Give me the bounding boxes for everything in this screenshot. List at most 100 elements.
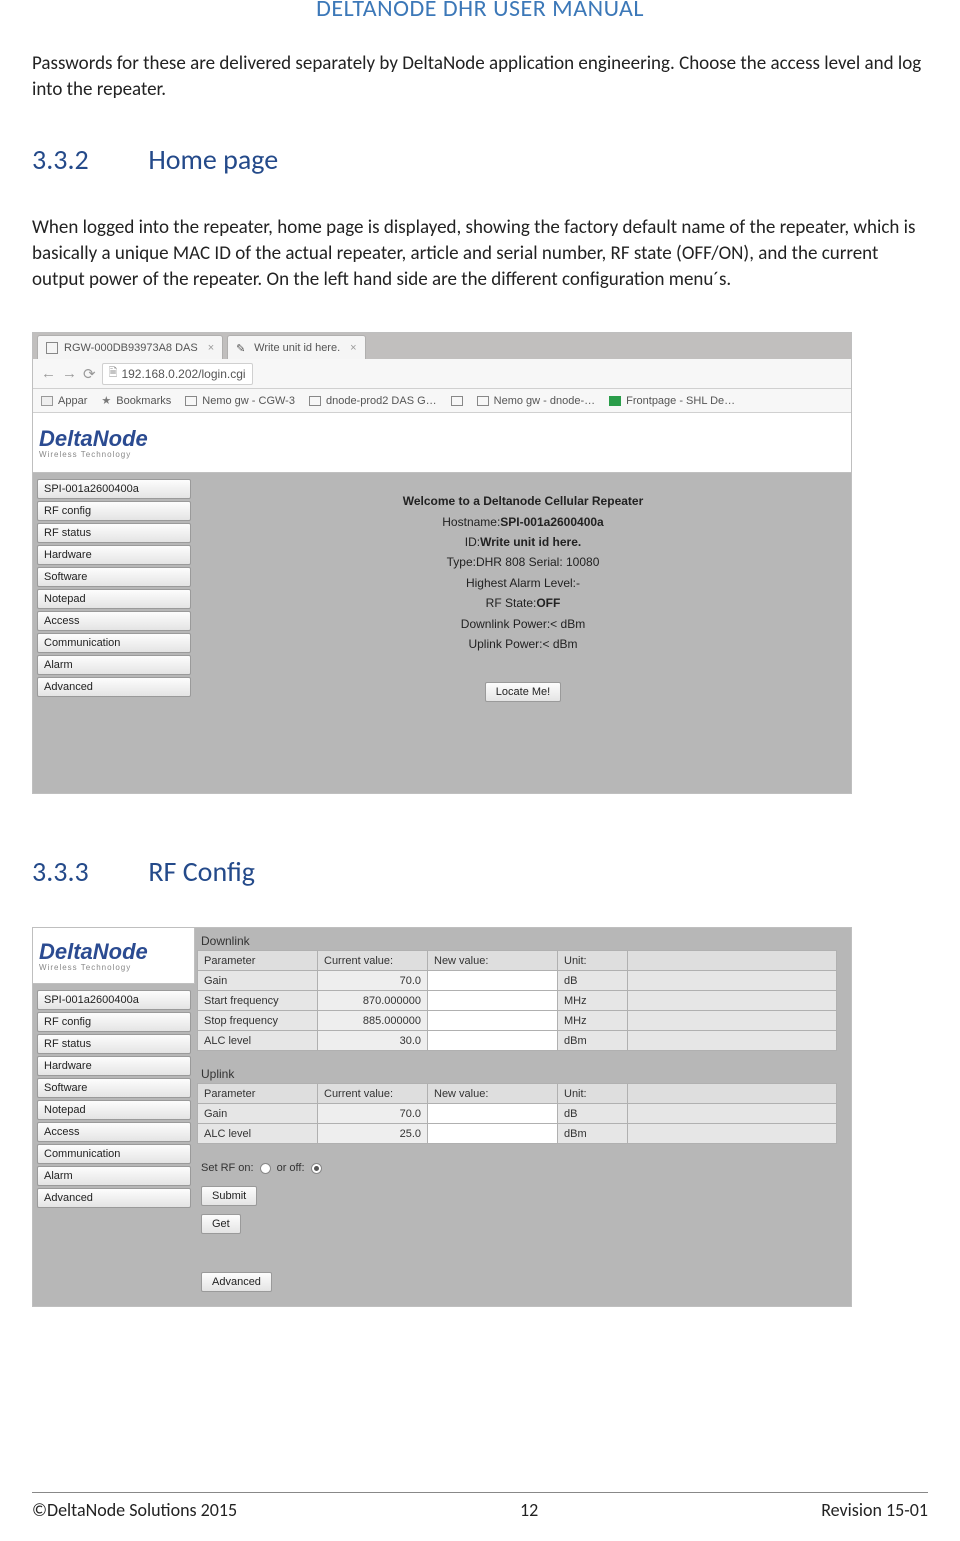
rf-config-screenshot: DeltaNode Wireless Technology SPI-001a26… xyxy=(32,927,852,1307)
bookmark-nemo1[interactable]: Nemo gw - CGW-3 xyxy=(185,395,295,407)
sidebar-item-alarm[interactable]: Alarm xyxy=(37,655,191,675)
rf-on-label: Set RF on: xyxy=(201,1162,254,1174)
cell-new-value-input[interactable] xyxy=(428,1124,558,1144)
folder-icon xyxy=(451,396,463,406)
bookmark-nemo2[interactable]: Nemo gw - dnode-… xyxy=(477,395,596,407)
sidebar-item-advanced[interactable]: Advanced xyxy=(37,1188,191,1208)
sidebar-item-alarm[interactable]: Alarm xyxy=(37,1166,191,1186)
cell-current: 30.0 xyxy=(318,1031,428,1051)
get-button[interactable]: Get xyxy=(201,1214,241,1234)
rf-on-radio[interactable] xyxy=(260,1163,271,1174)
welcome-title: Welcome to a Deltanode Cellular Repeater xyxy=(205,491,841,511)
bookmark-label: Nemo gw - CGW-3 xyxy=(202,395,295,407)
status-value: < dBm xyxy=(543,634,578,654)
bookmark-label: dnode-prod2 DAS G… xyxy=(326,395,437,407)
advanced-button[interactable]: Advanced xyxy=(201,1272,272,1292)
th-current: Current value: xyxy=(318,1084,428,1104)
th-new: New value: xyxy=(428,951,558,971)
bookmark-overflow[interactable] xyxy=(451,396,463,406)
cell-current: 70.0 xyxy=(318,1104,428,1124)
status-value: - xyxy=(576,573,580,593)
footer-right: Revision 15-01 xyxy=(821,1499,928,1521)
cell-parameter: Start frequency xyxy=(198,991,318,1011)
back-icon[interactable]: ← xyxy=(41,365,56,382)
page-icon xyxy=(46,342,58,354)
uplink-table: Parameter Current value: New value: Unit… xyxy=(197,1083,837,1144)
cell-blank xyxy=(628,991,837,1011)
page-icon: 🗎 xyxy=(109,364,118,383)
cell-parameter: Stop frequency xyxy=(198,1011,318,1031)
sidebar-item-rf-config[interactable]: RF config xyxy=(37,501,191,521)
page-icon xyxy=(185,396,197,406)
sidebar-item-communication[interactable]: Communication xyxy=(37,1144,191,1164)
rf-off-label: or off: xyxy=(277,1162,305,1174)
cell-new-value-input[interactable] xyxy=(428,971,558,991)
rf-config-content: Downlink Parameter Current value: New va… xyxy=(195,928,851,1306)
section-333-title: RF Config xyxy=(148,854,255,889)
sidebar-item-hardware[interactable]: Hardware xyxy=(37,545,191,565)
th-blank xyxy=(628,1084,837,1104)
cell-unit: MHz xyxy=(558,1011,628,1031)
page-icon xyxy=(477,396,489,406)
locate-me-button[interactable]: Locate Me! xyxy=(485,682,561,702)
forward-icon[interactable]: → xyxy=(62,365,77,382)
th-parameter: Parameter xyxy=(198,951,318,971)
page-icon xyxy=(309,396,321,406)
bookmark-label: Appar xyxy=(58,395,87,407)
th-blank xyxy=(628,951,837,971)
home-page-screenshot: RGW-000DB93973A8 DAS × ✎ Write unit id h… xyxy=(32,332,852,794)
close-icon[interactable]: × xyxy=(350,342,356,354)
sidebar-item-rf-status[interactable]: RF status xyxy=(37,1034,191,1054)
browser-toolbar: ← → ⟳ 🗎 192.168.0.202/login.cgi xyxy=(33,359,851,389)
sidebar-item-rf-config[interactable]: RF config xyxy=(37,1012,191,1032)
bookmark-dnode[interactable]: dnode-prod2 DAS G… xyxy=(309,395,437,407)
home-content: Welcome to a Deltanode Cellular Repeater… xyxy=(195,473,851,793)
th-unit: Unit: xyxy=(558,951,628,971)
cell-new-value-input[interactable] xyxy=(428,991,558,1011)
sidebar-item-notepad[interactable]: Notepad xyxy=(37,589,191,609)
cell-new-value-input[interactable] xyxy=(428,1011,558,1031)
cell-blank xyxy=(628,1031,837,1051)
cell-new-value-input[interactable] xyxy=(428,1104,558,1124)
sidebar-item-access[interactable]: Access xyxy=(37,611,191,631)
submit-button[interactable]: Submit xyxy=(201,1186,257,1206)
bookmark-frontpage[interactable]: Frontpage - SHL De… xyxy=(609,395,735,407)
sidebar-item-access[interactable]: Access xyxy=(37,1122,191,1142)
sidebar-item-advanced[interactable]: Advanced xyxy=(37,677,191,697)
bookmark-bookmarks[interactable]: ★Bookmarks xyxy=(101,394,171,407)
sidebar-item-notepad[interactable]: Notepad xyxy=(37,1100,191,1120)
logo-tagline: Wireless Technology xyxy=(39,450,148,459)
sidebar-item-software[interactable]: Software xyxy=(37,567,191,587)
status-value: < dBm xyxy=(550,614,585,634)
cell-new-value-input[interactable] xyxy=(428,1031,558,1051)
reload-icon[interactable]: ⟳ xyxy=(83,365,96,383)
cell-unit: MHz xyxy=(558,991,628,1011)
sidebar-item-software[interactable]: Software xyxy=(37,1078,191,1098)
downlink-title: Downlink xyxy=(201,934,843,948)
address-bar[interactable]: 🗎 192.168.0.202/login.cgi xyxy=(102,363,253,385)
section-332-heading: 3.3.2 Home page xyxy=(32,142,928,177)
browser-tab-1[interactable]: RGW-000DB93973A8 DAS × xyxy=(37,335,223,359)
cell-parameter: Gain xyxy=(198,971,318,991)
rf-off-radio[interactable] xyxy=(311,1163,322,1174)
cell-current: 25.0 xyxy=(318,1124,428,1144)
section-332-paragraph: When logged into the repeater, home page… xyxy=(32,215,928,292)
sidebar-item-communication[interactable]: Communication xyxy=(37,633,191,653)
cell-unit: dB xyxy=(558,971,628,991)
status-value: SPI-001a2600400a xyxy=(500,512,603,532)
sidebar-item-spi-001a2600400a[interactable]: SPI-001a2600400a xyxy=(37,479,191,499)
logo-brand: DeltaNode xyxy=(39,426,148,451)
sidebar-item-spi-001a2600400a[interactable]: SPI-001a2600400a xyxy=(37,990,191,1010)
sidebar-item-rf-status[interactable]: RF status xyxy=(37,523,191,543)
browser-tab-2[interactable]: ✎ Write unit id here. × xyxy=(227,335,365,359)
intro-paragraph: Passwords for these are delivered separa… xyxy=(32,51,928,102)
close-icon[interactable]: × xyxy=(208,342,214,354)
tab2-label: Write unit id here. xyxy=(254,342,340,354)
cell-unit: dB xyxy=(558,1104,628,1124)
table-row: Start frequency870.000000MHz xyxy=(198,991,837,1011)
table-row: Gain70.0dB xyxy=(198,971,837,991)
cell-current: 885.000000 xyxy=(318,1011,428,1031)
bookmark-appar[interactable]: Appar xyxy=(41,395,87,407)
sidebar-item-hardware[interactable]: Hardware xyxy=(37,1056,191,1076)
status-value: OFF xyxy=(536,593,560,613)
